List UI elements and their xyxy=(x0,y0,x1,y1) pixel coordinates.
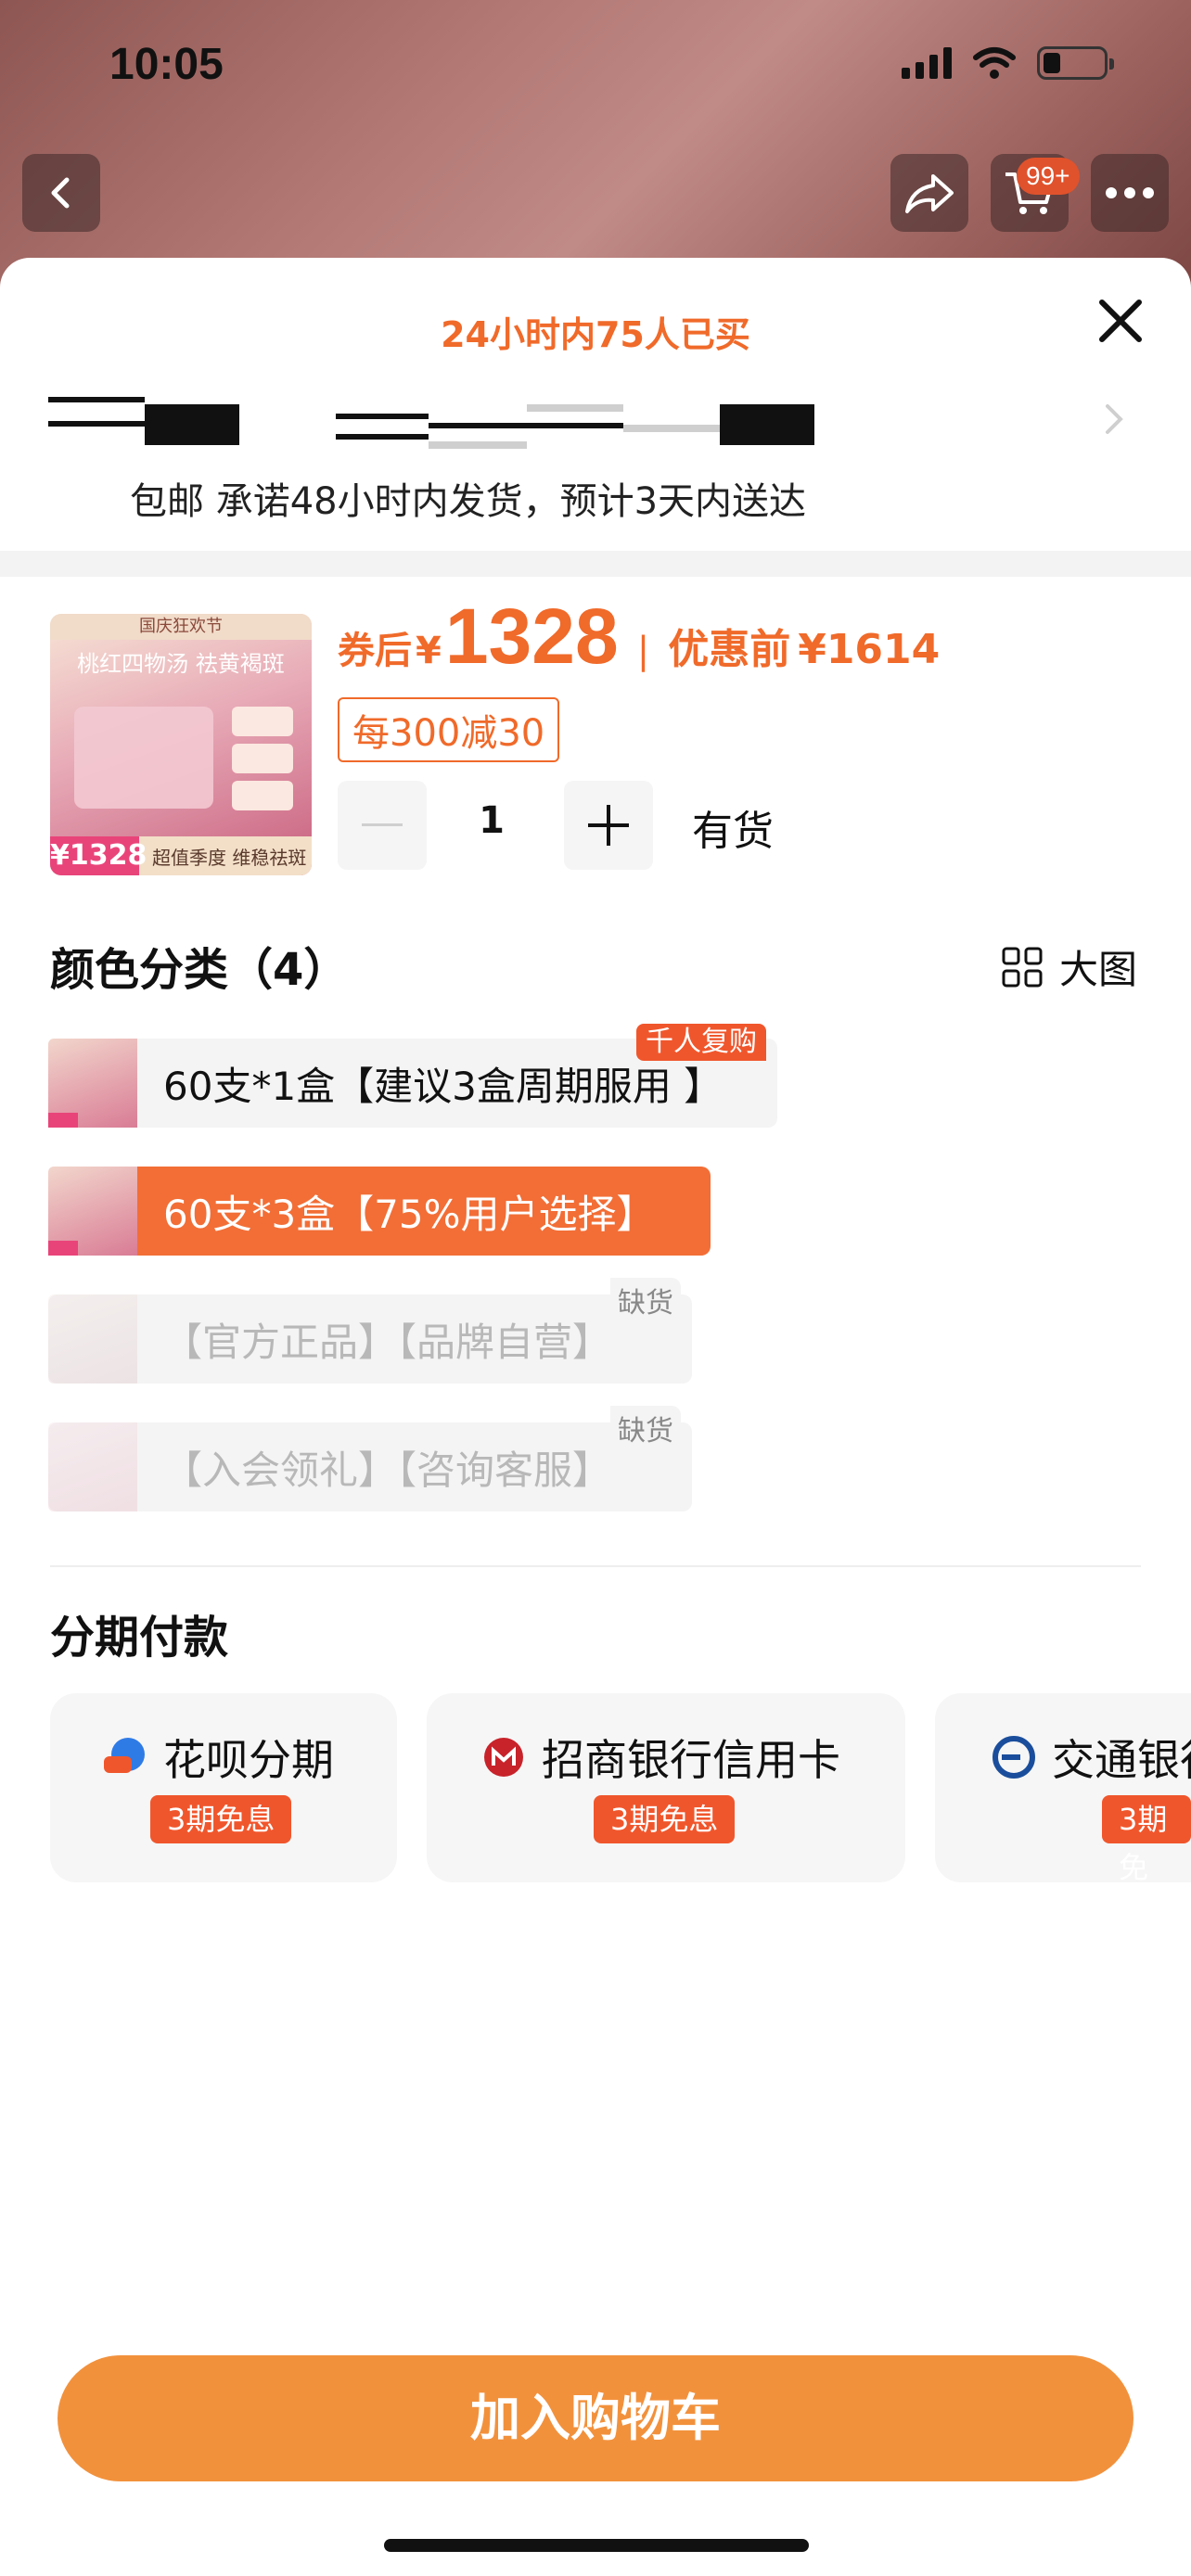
image-slogan: 超值季度 维稳祛斑 xyxy=(152,847,307,869)
increase-quantity-button[interactable] xyxy=(564,781,653,870)
decrease-quantity-button[interactable] xyxy=(338,781,427,870)
variant-option-disabled[interactable]: 【官方正品】【品牌自营】 xyxy=(48,1294,692,1384)
signal-icon xyxy=(902,47,952,79)
final-price: 1328 xyxy=(444,593,619,680)
redacted-text xyxy=(48,397,145,402)
out-of-stock-tag: 缺货 xyxy=(610,1406,681,1450)
close-icon[interactable] xyxy=(1095,295,1146,347)
add-to-cart-button[interactable]: 加入购物车 xyxy=(58,2355,1133,2481)
redacted-text xyxy=(720,404,814,445)
price-label: 券后 xyxy=(338,630,412,672)
shipping-info: 包邮 承诺48小时内发货，预计3天内送达 xyxy=(130,480,807,523)
cart-count-badge: 99+ xyxy=(1017,158,1080,195)
share-icon xyxy=(905,174,954,213)
bocom-bank-icon xyxy=(992,1736,1035,1779)
product-side-graphic xyxy=(232,781,293,810)
original-price-label: 优惠前 xyxy=(668,626,791,673)
variant-label: 60支*3盒【75%用户选择】 xyxy=(163,1191,656,1237)
redacted-text xyxy=(48,421,145,427)
image-price: ¥1328 xyxy=(50,836,147,875)
product-side-graphic xyxy=(232,744,293,773)
installment-card-huabei[interactable]: 花呗分期 3期免息 xyxy=(50,1693,397,1882)
recent-purchases-text: 24小时内75人已买 xyxy=(441,314,750,355)
original-price: ¥1614 xyxy=(798,626,941,673)
share-button[interactable] xyxy=(890,154,968,232)
image-header: 国庆狂欢节 xyxy=(50,614,312,640)
redacted-text xyxy=(429,423,623,428)
installment-name: 招商银行信用卡 xyxy=(542,1735,840,1785)
quantity-value[interactable]: 1 xyxy=(469,799,514,842)
out-of-stock-tag: 缺货 xyxy=(610,1278,681,1322)
chevron-right-icon xyxy=(1106,404,1123,434)
redacted-text xyxy=(623,425,720,432)
redacted-text xyxy=(145,404,239,445)
redacted-text xyxy=(336,434,429,440)
price-separator: | xyxy=(636,630,650,672)
installment-title: 分期付款 xyxy=(50,1612,229,1664)
big-view-label: 大图 xyxy=(1059,947,1138,992)
product-side-graphic xyxy=(232,707,293,736)
big-view-toggle[interactable]: 大图 xyxy=(1002,938,1137,995)
variant-label: 【入会领礼】【咨询客服】 xyxy=(163,1447,612,1493)
chevron-left-icon xyxy=(51,177,70,209)
variant-thumbnail xyxy=(48,1422,137,1511)
section-divider xyxy=(0,551,1191,577)
installment-badge: 3期免息 xyxy=(150,1795,292,1843)
variant-option-selected[interactable]: 60支*3盒【75%用户选择】 xyxy=(48,1167,711,1256)
product-thumbnail[interactable]: 国庆狂欢节 桃红四物汤 祛黄褐斑 ¥1328 超值季度 维稳祛斑 xyxy=(50,614,312,875)
variants-title: 颜色分类（4） xyxy=(50,944,349,996)
back-button[interactable] xyxy=(22,154,100,232)
installment-badge: 3期免息 xyxy=(1102,1795,1191,1882)
variant-label: 60支*1盒【建议3盒周期服用 】 xyxy=(163,1063,724,1109)
installment-card-bocom[interactable]: 交通银行 3期免息 xyxy=(935,1693,1191,1882)
installment-card-cmb[interactable]: 招商银行信用卡 3期免息 xyxy=(427,1693,905,1882)
minus-icon xyxy=(362,823,403,826)
stock-status: 有货 xyxy=(692,808,774,855)
product-box-graphic xyxy=(74,707,213,809)
section-divider xyxy=(50,1565,1141,1567)
sku-selector-sheet: 24小时内75人已买 包邮 承诺48小时内发货，预计3天内送达 国庆狂欢节 桃红… xyxy=(0,258,1191,2576)
installment-name: 花呗分期 xyxy=(163,1735,334,1785)
wifi-icon xyxy=(973,47,1016,79)
status-time: 10:05 xyxy=(109,40,224,89)
grid-icon xyxy=(1002,947,1043,987)
installment-badge: 3期免息 xyxy=(594,1795,736,1843)
variant-option-disabled[interactable]: 【入会领礼】【咨询客服】 xyxy=(48,1422,692,1511)
home-indicator[interactable] xyxy=(384,2539,809,2552)
plus-icon xyxy=(588,805,629,846)
price-line: 券后 ¥ 1328 | 优惠前 ¥1614 xyxy=(338,592,940,682)
redacted-text xyxy=(527,404,623,412)
repeat-buy-tag: 千人复购 xyxy=(636,1024,766,1061)
huabei-icon xyxy=(104,1738,145,1773)
currency-symbol: ¥ xyxy=(416,630,442,672)
battery-icon xyxy=(1037,46,1114,80)
installment-name: 交通银行 xyxy=(1052,1735,1191,1785)
variant-thumbnail xyxy=(48,1167,137,1256)
variant-thumbnail xyxy=(48,1039,137,1128)
redacted-text xyxy=(336,414,429,419)
variant-label: 【官方正品】【品牌自营】 xyxy=(163,1319,612,1365)
more-button[interactable] xyxy=(1091,154,1169,232)
cmb-bank-icon xyxy=(484,1738,523,1777)
variant-thumbnail xyxy=(48,1294,137,1384)
redacted-text xyxy=(429,441,527,449)
image-title: 桃红四物汤 祛黄褐斑 xyxy=(77,651,285,677)
coupon-badge: 每300减30 xyxy=(338,697,560,762)
more-icon xyxy=(1106,187,1154,198)
status-icons xyxy=(902,46,1114,80)
